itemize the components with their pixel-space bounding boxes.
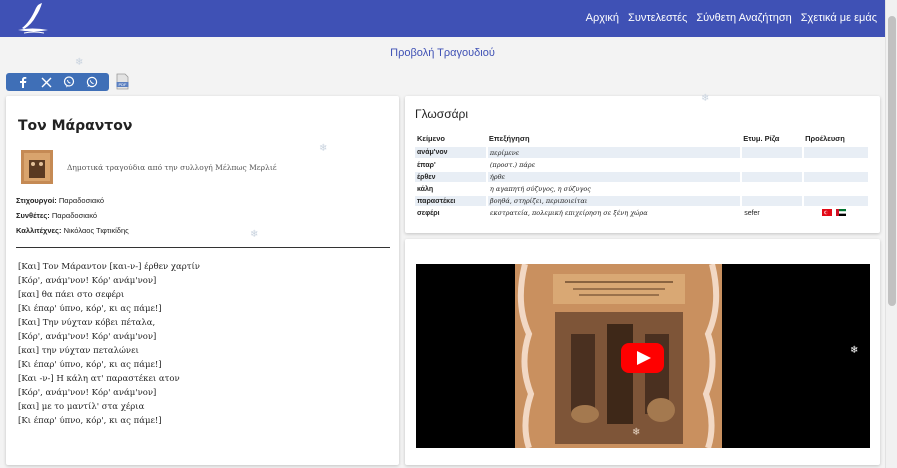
lyric-line: [Κι έπαρ' ύπνο, κόρ', κι ας πάμε!] xyxy=(18,416,162,426)
glossary-word: ανάμ'νον xyxy=(415,147,488,160)
composers-label: Συνθέτες: xyxy=(16,211,50,220)
glossary-explanation: (προστ.) πάρε xyxy=(486,159,743,172)
glossary-origin xyxy=(803,147,870,160)
lyric-line: [Και -ν-] Η κάλη ατ' παραστέκει ατον xyxy=(18,374,180,384)
facebook-icon[interactable] xyxy=(16,75,30,89)
lyricists-label: Στιχουργοί: xyxy=(16,196,57,205)
glossary-row: ανάμ'νον περίμενε xyxy=(415,147,870,160)
glossary-row: έρθεν ήρθε xyxy=(415,171,870,184)
lyricists-row: Στιχουργοί: Παραδοσιακό xyxy=(16,196,104,205)
snowflake-icon: ❄ xyxy=(701,93,710,104)
glossary-origin xyxy=(803,159,870,172)
lyric-line: [Και] Την νύχταν κόβει πέταλα, xyxy=(18,318,156,328)
lyricists-value[interactable]: Παραδοσιακό xyxy=(59,196,104,205)
glossary-root xyxy=(741,159,805,172)
album-cover-image xyxy=(515,264,722,448)
lyric-line: [Κόρ', ανάμ'νον! Κόρ' ανάμ'νον] xyxy=(18,332,157,342)
glossary-row: παραστέκει βοηθά, στηρίζει, περιποιείται xyxy=(415,195,870,208)
glossary-explanation: ήρθε xyxy=(486,171,743,184)
glossary-word: σεφέρι xyxy=(415,207,488,220)
song-card: Τον Μάραντον Δημοτικά τραγούδια από την … xyxy=(6,96,399,465)
lyric-line: [Κι έπαρ' ύπνο, κόρ', κι ας πάμε!] xyxy=(18,360,162,370)
glossary-row: κάλη η αγαπητή σύζυγος, η σύζυγος xyxy=(415,183,870,196)
glossary-origin xyxy=(803,183,870,196)
glossary-row: έπαρ' (προστ.) πάρε xyxy=(415,159,870,172)
whatsapp-icon[interactable] xyxy=(85,75,99,89)
composers-row: Συνθέτες: Παραδοσιακό xyxy=(16,211,97,220)
glossary-word: έπαρ' xyxy=(415,159,488,172)
nav-links: Αρχική Συντελεστές Σύνθετη Αναζήτηση Σχε… xyxy=(586,12,877,24)
arabic-flag-icon xyxy=(836,209,847,217)
snowflake-icon: ❄ xyxy=(75,57,84,68)
viber-icon[interactable] xyxy=(62,75,76,89)
nav-contributors-link[interactable]: Συντελεστές xyxy=(628,12,687,24)
lyric-line: [Κόρ', ανάμ'νον! Κόρ' ανάμ'νον] xyxy=(18,388,157,398)
glossary-header: Επεξήγηση xyxy=(488,133,530,143)
turkey-flag-icon xyxy=(822,209,833,217)
glossary-root xyxy=(741,183,805,196)
pdf-download-icon[interactable]: PDF xyxy=(116,73,129,90)
glossary-header: Προέλευση xyxy=(805,133,845,143)
glossary-header: Κείμενο xyxy=(417,133,445,143)
divider xyxy=(16,247,390,248)
quill-logo-icon[interactable] xyxy=(14,2,52,35)
scrollbar-thumb[interactable] xyxy=(888,16,896,306)
composers-value[interactable]: Παραδοσιακό xyxy=(52,211,97,220)
album-cover-thumbnail[interactable] xyxy=(21,150,53,184)
glossary-word: έρθεν xyxy=(415,171,488,184)
lyric-line: [και] την νύχταν πεταλώνει xyxy=(18,346,139,356)
play-button[interactable] xyxy=(621,343,664,373)
glossary-origin xyxy=(803,195,870,208)
snowflake-icon: ❄ xyxy=(250,229,259,240)
glossary-word: παραστέκει xyxy=(415,195,488,208)
video-card xyxy=(405,239,880,465)
glossary-explanation: εκστρατεία, πολεμική επιχείρηση σε ξένη … xyxy=(486,207,743,220)
glossary-header: Ετυμ. Ρίζα xyxy=(743,133,780,143)
glossary-word: κάλη xyxy=(415,183,488,196)
song-title: Τον Μάραντον xyxy=(18,118,133,134)
glossary-table: Κείμενο Επεξήγηση Ετυμ. Ρίζα Προέλευση α… xyxy=(415,129,870,220)
glossary-explanation: η αγαπητή σύζυγος, η σύζυγος xyxy=(486,183,743,196)
glossary-root xyxy=(741,147,805,160)
collection-label: Δημοτικά τραγούδια από την συλλογή Μέλπω… xyxy=(67,163,277,172)
glossary-root xyxy=(741,195,805,208)
glossary-explanation: περίμενε xyxy=(486,147,743,160)
lyric-line: [Και] Τον Μάραντον [και-ν-] έρθεν χαρτίν xyxy=(18,262,200,272)
artists-value[interactable]: Νικόλαος Τιφτικίδης xyxy=(64,226,129,235)
lyric-line: [και] θα πάει στο σεφέρι xyxy=(18,290,125,300)
nav-home-link[interactable]: Αρχική xyxy=(586,12,619,24)
snowflake-icon: ❄ xyxy=(319,143,328,154)
scrollbar[interactable] xyxy=(885,0,897,468)
glossary-root xyxy=(741,171,805,184)
glossary-row: σεφέρι εκστρατεία, πολεμική επιχείρηση σ… xyxy=(415,207,870,220)
lyric-line: [και] με το μαντίλ' στα χέρια xyxy=(18,402,145,412)
glossary-origin xyxy=(803,171,870,184)
nav-advanced-search-link[interactable]: Σύνθετη Αναζήτηση xyxy=(696,12,791,24)
share-bar xyxy=(6,73,109,91)
lyric-line: [Κι έπαρ' ύπνο, κόρ', κι ας πάμε!] xyxy=(18,304,162,314)
glossary-explanation: βοηθά, στηρίζει, περιποιείται xyxy=(486,195,743,208)
video-player[interactable] xyxy=(416,264,870,448)
artists-row: Καλλιτέχνες: Νικόλαος Τιφτικίδης xyxy=(16,226,129,235)
glossary-title: Γλωσσάρι xyxy=(415,107,469,121)
lyric-line: [Κόρ', ανάμ'νον! Κόρ' ανάμ'νον] xyxy=(18,276,157,286)
artists-label: Καλλιτέχνες: xyxy=(16,226,62,235)
top-navbar: Αρχική Συντελεστές Σύνθετη Αναζήτηση Σχε… xyxy=(0,0,885,37)
x-icon[interactable] xyxy=(39,75,53,89)
glossary-card: Γλωσσάρι Κείμενο Επεξήγηση Ετυμ. Ρίζα Πρ… xyxy=(405,96,880,233)
glossary-header-row: Κείμενο Επεξήγηση Ετυμ. Ρίζα Προέλευση xyxy=(415,129,869,147)
nav-about-link[interactable]: Σχετικά με εμάς xyxy=(801,12,877,24)
page-title: Προβολή Τραγουδιού xyxy=(390,47,495,59)
glossary-root: sefer xyxy=(741,207,805,220)
glossary-origin xyxy=(803,207,870,220)
snowflake-icon: ❄ xyxy=(632,427,641,438)
lyrics-block: [Και] Τον Μάραντον [και-ν-] έρθεν χαρτίν… xyxy=(18,260,200,428)
snowflake-icon: ❄ xyxy=(850,345,859,356)
pdf-label: PDF xyxy=(119,82,128,87)
